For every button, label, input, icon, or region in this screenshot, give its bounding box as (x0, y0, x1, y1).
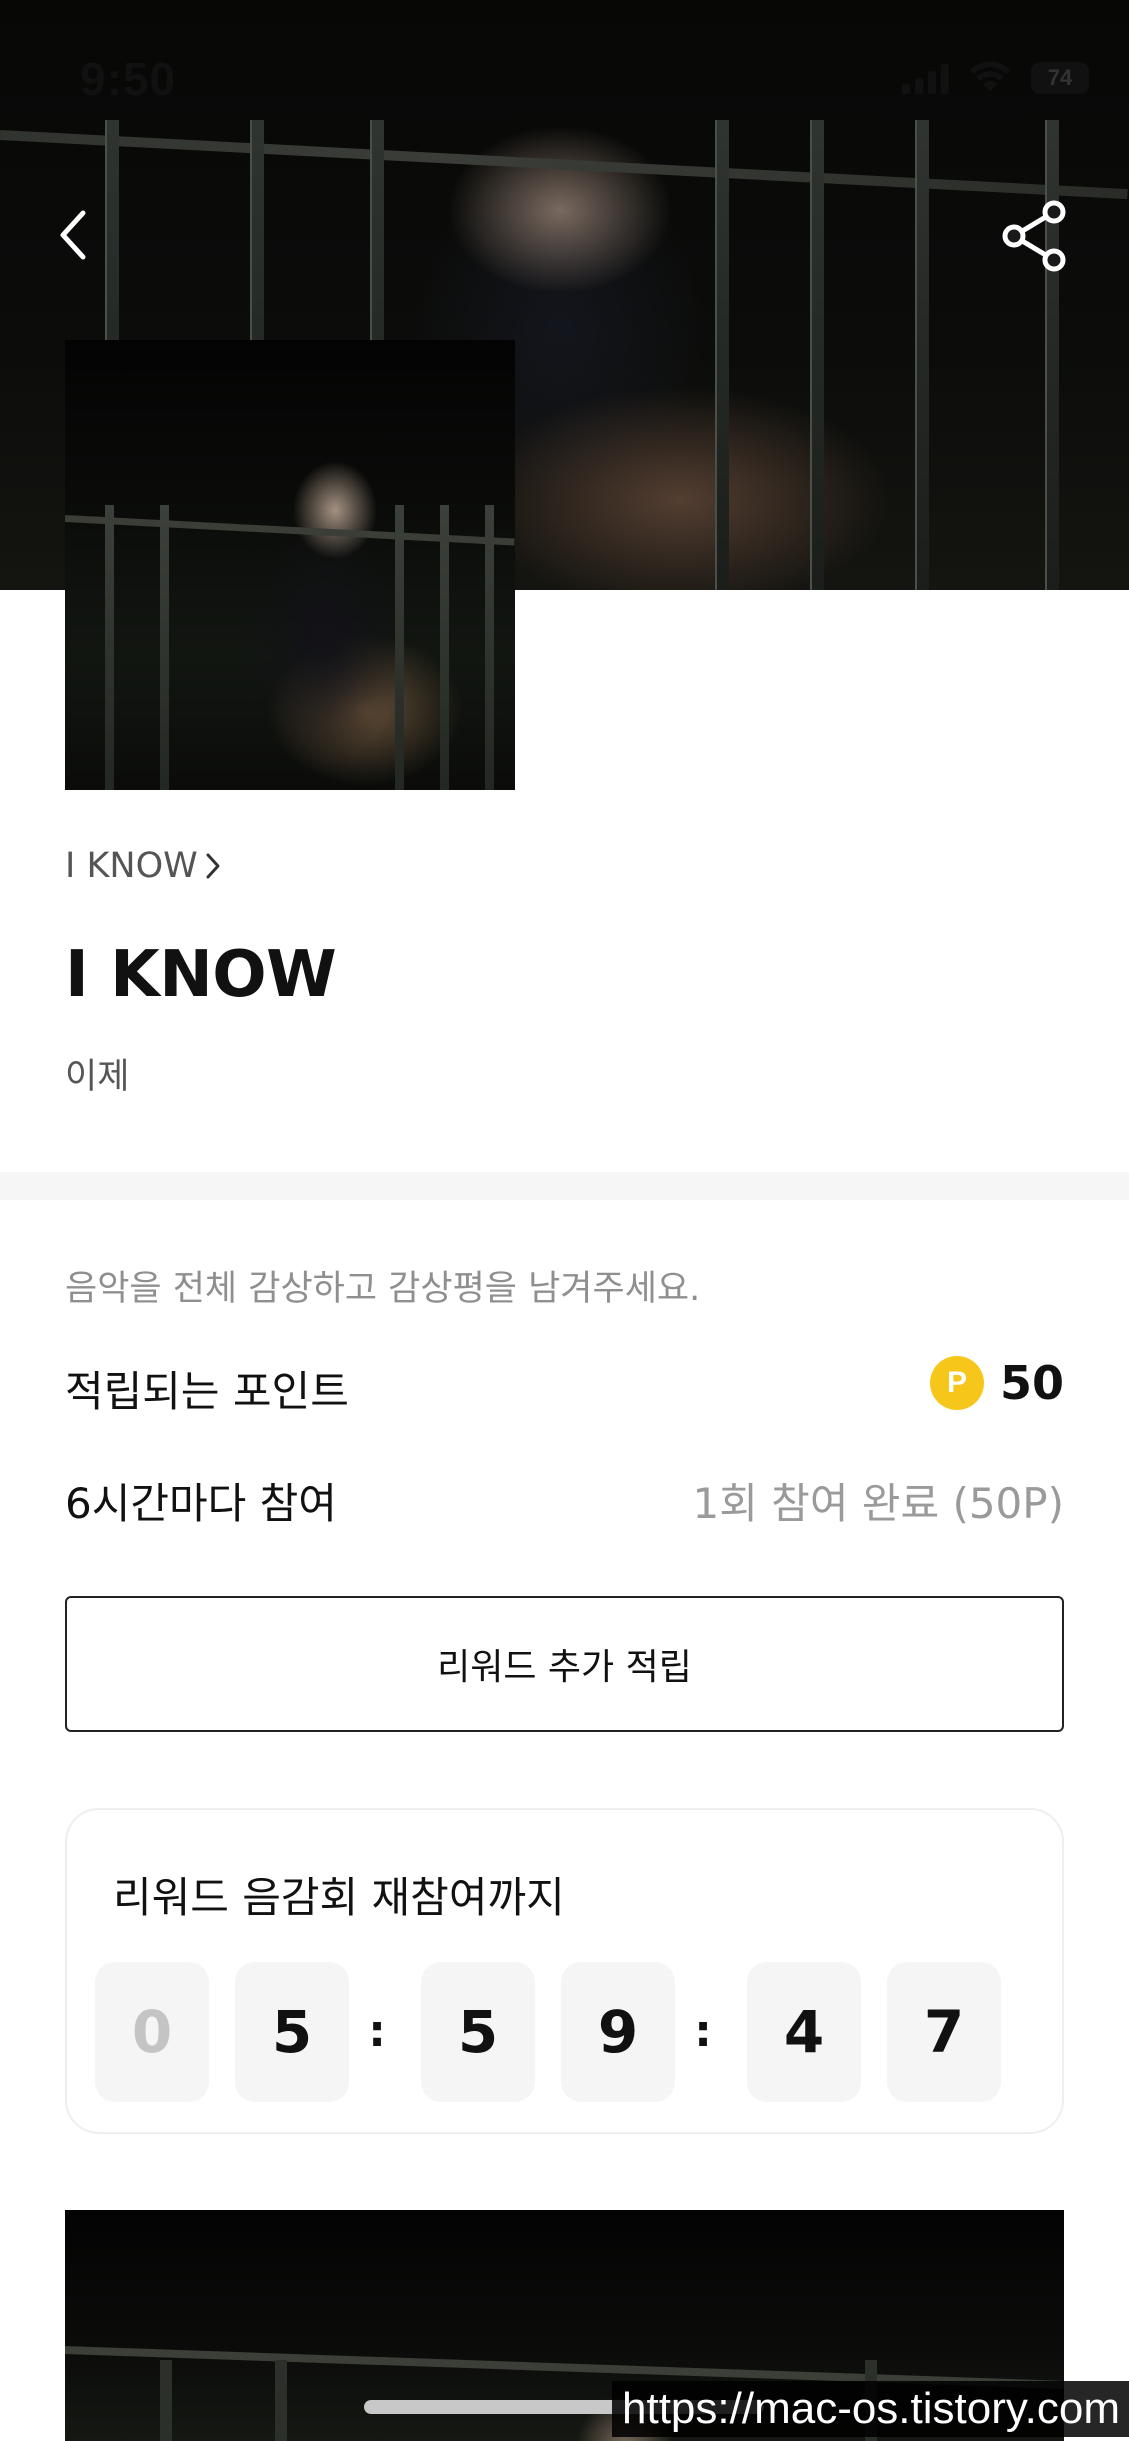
chevron-left-icon (60, 210, 86, 260)
breadcrumb-label: I KNOW (65, 846, 198, 886)
album-breadcrumb-link[interactable]: I KNOW (65, 846, 222, 886)
points-amount: 50 (999, 1356, 1064, 1410)
status-time: 9:50 (80, 53, 177, 105)
participation-status: 1회 참여 완료 (50P) (692, 1479, 1064, 1528)
countdown-title: 리워드 음감회 재참여까지 (113, 1873, 565, 1922)
back-button[interactable] (48, 200, 98, 270)
status-icons: 74 (902, 62, 1089, 94)
point-badge-icon: P (929, 1356, 984, 1410)
battery-icon: 74 (1031, 62, 1089, 94)
points-value: P 50 (929, 1356, 1064, 1410)
participation-cycle-label: 6시간마다 참여 (65, 1479, 337, 1528)
countdown-digit: 0 (95, 1962, 209, 2102)
status-bar: 9:50 74 (0, 0, 1129, 160)
artist-name: 이제 (65, 1057, 130, 1097)
reward-instruction: 음악을 전체 감상하고 감상평을 남겨주세요. (65, 1269, 701, 1309)
countdown-digit: 5 (235, 1962, 349, 2102)
track-title: I KNOW (65, 938, 337, 1012)
countdown-separator: : (368, 2005, 386, 2057)
watermark-text: https://mac-os.tistory.com (612, 2381, 1129, 2437)
album-art (65, 340, 515, 790)
wifi-icon (970, 62, 1010, 92)
share-button[interactable] (996, 200, 1072, 272)
section-divider (0, 1172, 1129, 1200)
countdown-separator: : (694, 2005, 712, 2057)
countdown-digit: 9 (561, 1962, 675, 2102)
chevron-right-icon (206, 853, 220, 879)
cellular-signal-icon (902, 62, 949, 94)
points-label: 적립되는 포인트 (65, 1367, 349, 1416)
share-icon (1002, 200, 1066, 272)
extra-reward-button[interactable]: 리워드 추가 적립 (65, 1596, 1064, 1732)
countdown-card: 리워드 음감회 재참여까지 0 5 : 5 9 : 4 7 (65, 1808, 1064, 2134)
countdown-digit: 7 (887, 1962, 1001, 2102)
countdown-digit: 4 (747, 1962, 861, 2102)
countdown-digit: 5 (421, 1962, 535, 2102)
